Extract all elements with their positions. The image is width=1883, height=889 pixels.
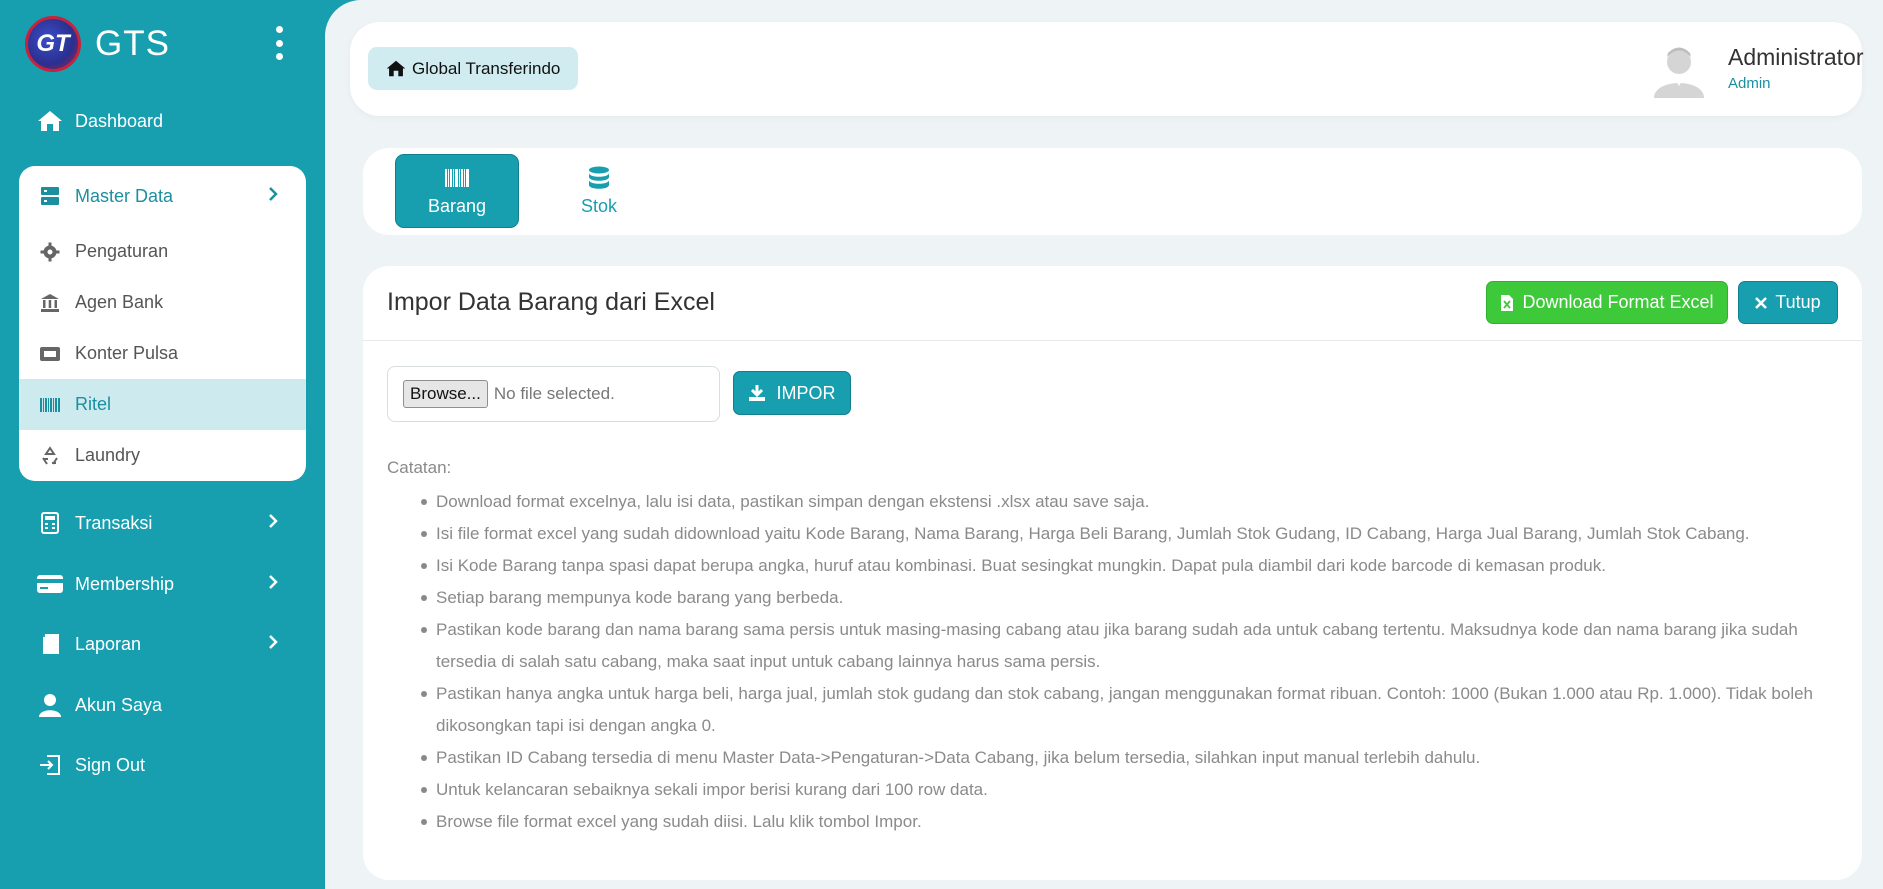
sidebar-item-label: Laundry <box>75 445 141 465</box>
notes-title: Catatan: <box>387 458 452 477</box>
chevron-right-icon <box>268 634 278 655</box>
list-item: Setiap barang mempunya kode barang yang … <box>387 582 1837 614</box>
sidebar-item-label: Sign Out <box>75 754 146 775</box>
list-item: Pastikan kode barang dan nama barang sam… <box>387 614 1837 678</box>
list-item: Isi Kode Barang tanpa spasi dapat berupa… <box>387 550 1837 582</box>
tab-label: Stok <box>580 195 618 216</box>
list-item: Untuk kelancaran sebaiknya sekali impor … <box>387 774 1837 806</box>
download-format-excel-button[interactable]: Download Format Excel <box>1486 281 1728 324</box>
user-name: Administrator <box>1728 44 1864 70</box>
tab-barang[interactable]: Barang <box>395 154 519 228</box>
user-icon <box>36 693 64 717</box>
browse-button[interactable]: Browse... <box>403 380 488 408</box>
download-label: Download Format Excel <box>1522 292 1714 312</box>
chevron-right-icon <box>268 574 278 595</box>
list-item: Pastikan hanya angka untuk harga beli, h… <box>387 678 1837 742</box>
ticket-icon <box>36 346 64 362</box>
calculator-icon <box>36 511 64 535</box>
tab-label: Barang <box>427 195 487 216</box>
database-icon <box>588 166 610 190</box>
sidebar-item-ritel[interactable]: Ritel <box>19 379 306 430</box>
master-data-submenu: Master Data Pengaturan Agen Bank Konter … <box>19 166 306 481</box>
sidebar-item-label: Laporan <box>75 633 142 654</box>
kebab-menu-icon[interactable] <box>272 26 286 60</box>
brand[interactable]: GT GTS <box>25 16 170 72</box>
breadcrumb-label: Global Transferindo <box>412 58 561 78</box>
chevron-right-icon <box>268 513 278 534</box>
close-icon <box>1755 296 1768 309</box>
file-status: No file selected. <box>493 384 615 403</box>
close-label: Tutup <box>1775 292 1821 312</box>
sidebar-item-master-data[interactable]: Master Data <box>19 166 306 226</box>
sidebar-item-label: Membership <box>75 573 175 594</box>
sign-out-icon <box>36 753 64 777</box>
download-icon <box>748 384 766 402</box>
book-icon <box>36 632 64 656</box>
top-bar: Global Transferindo Administrator Admin <box>350 22 1864 116</box>
brand-name: GTS <box>95 24 170 63</box>
home-icon <box>386 60 406 77</box>
sidebar-item-label: Dashboard <box>75 110 164 131</box>
sidebar-item-laporan[interactable]: Laporan <box>36 632 278 656</box>
sidebar-item-sign-out[interactable]: Sign Out <box>36 753 145 777</box>
sidebar: GT GTS Dashboard Master Data Pengaturan <box>0 0 325 889</box>
card-header: Impor Data Barang dari Excel Download Fo… <box>363 266 1862 341</box>
excel-file-icon <box>1500 294 1514 312</box>
sidebar-item-label: Master Data <box>75 185 174 206</box>
sidebar-item-agen-bank[interactable]: Agen Bank <box>19 277 306 328</box>
sidebar-item-dashboard[interactable]: Dashboard <box>36 109 163 133</box>
user-role: Admin <box>1728 75 1771 92</box>
tab-stok[interactable]: Stok <box>537 154 661 228</box>
list-item: Browse file format excel yang sudah diis… <box>387 806 1837 838</box>
tab-bar: Barang Stok <box>363 148 1862 235</box>
sidebar-item-label: Agen Bank <box>75 292 164 312</box>
sidebar-item-laundry[interactable]: Laundry <box>19 430 306 481</box>
chevron-right-icon <box>268 186 278 207</box>
gts-logo: GT <box>25 16 81 72</box>
sidebar-item-akun-saya[interactable]: Akun Saya <box>36 693 162 717</box>
breadcrumb[interactable]: Global Transferindo <box>368 47 579 90</box>
avatar[interactable] <box>1650 40 1708 98</box>
gear-icon <box>36 242 64 262</box>
sidebar-item-membership[interactable]: Membership <box>36 572 278 596</box>
import-card: Impor Data Barang dari Excel Download Fo… <box>363 266 1862 880</box>
main-content: Global Transferindo Administrator Admin … <box>325 0 1883 889</box>
barcode-icon <box>36 397 64 413</box>
file-input[interactable]: Browse... No file selected. <box>387 366 720 422</box>
credit-card-icon <box>36 572 64 596</box>
bank-icon <box>36 293 64 313</box>
recycle-icon <box>36 445 64 466</box>
sidebar-item-transaksi[interactable]: Transaksi <box>36 511 278 535</box>
import-button[interactable]: IMPOR <box>733 371 851 415</box>
sidebar-item-label: Ritel <box>75 394 112 414</box>
list-item: Download format excelnya, lalu isi data,… <box>387 486 1837 518</box>
logo-text: GT <box>36 30 70 57</box>
import-label: IMPOR <box>776 382 836 403</box>
notes-list: Download format excelnya, lalu isi data,… <box>387 486 1837 838</box>
server-icon <box>36 186 64 206</box>
list-item: Isi file format excel yang sudah didownl… <box>387 518 1837 550</box>
sidebar-item-label: Pengaturan <box>75 241 169 261</box>
sidebar-item-label: Transaksi <box>75 512 153 533</box>
close-button[interactable]: Tutup <box>1738 281 1838 324</box>
sidebar-item-pengaturan[interactable]: Pengaturan <box>19 226 306 277</box>
sidebar-item-label: Konter Pulsa <box>75 343 179 363</box>
card-title: Impor Data Barang dari Excel <box>387 288 715 316</box>
barcode-icon <box>444 166 470 190</box>
sidebar-item-label: Akun Saya <box>75 694 163 715</box>
sidebar-item-konter-pulsa[interactable]: Konter Pulsa <box>19 328 306 379</box>
home-icon <box>36 109 64 133</box>
list-item: Pastikan ID Cabang tersedia di menu Mast… <box>387 742 1837 774</box>
